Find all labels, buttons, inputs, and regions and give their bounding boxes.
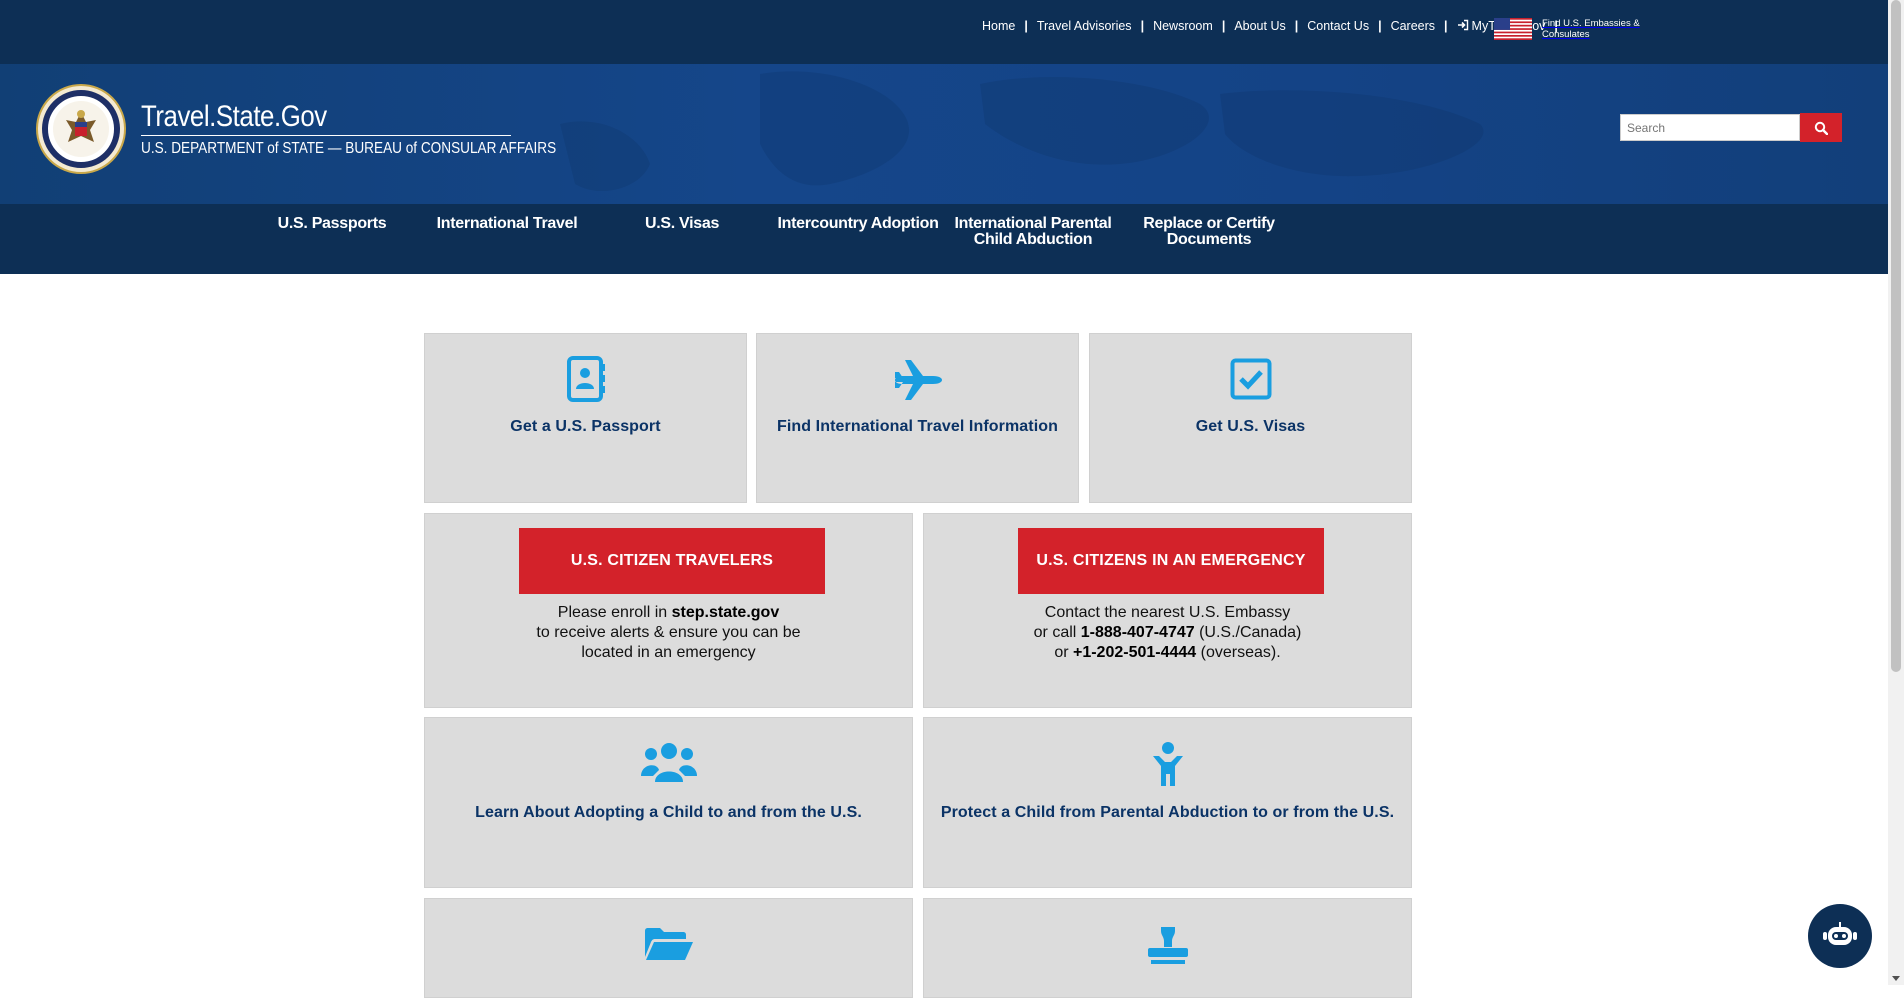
find-embassies-label: Find U.S. Embassies & Consulates — [1542, 18, 1640, 40]
page-scrollbar[interactable] — [1888, 0, 1904, 985]
tile-protect-child-abduction[interactable]: Protect a Child from Parental Abduction … — [923, 717, 1412, 888]
nav-international-travel[interactable]: International Travel — [422, 216, 592, 232]
tile-find-travel-info[interactable]: Find International Travel Information — [756, 333, 1079, 503]
step-link[interactable]: step.state.gov — [672, 604, 780, 621]
main-nav: U.S. Passports International Travel U.S.… — [0, 204, 1888, 274]
util-link-contact-us[interactable]: Contact Us — [1307, 19, 1369, 33]
search-input[interactable] — [1620, 114, 1800, 141]
find-embassies-link[interactable]: Find U.S. Embassies & Consulates — [1494, 18, 1652, 40]
tile-us-citizens-emergency: U.S. CITIZENS IN AN EMERGENCY Contact th… — [923, 513, 1412, 708]
nav-replace-or-certify-documents[interactable]: Replace or Certify Documents — [1124, 216, 1294, 248]
util-separator: | — [1294, 19, 1299, 33]
msg-text: or — [1054, 644, 1073, 661]
airplane-icon — [894, 360, 942, 400]
users-group-icon — [640, 743, 697, 782]
phone-overseas[interactable]: +1-202-501-4444 — [1073, 644, 1196, 661]
emergency-contact-message: Contact the nearest U.S. Embassy or call… — [924, 603, 1411, 663]
sign-in-icon — [1457, 19, 1468, 31]
phone-us-canada[interactable]: 1-888-407-4747 — [1081, 624, 1195, 641]
stamp-icon — [1147, 927, 1188, 964]
chatbot-button[interactable] — [1808, 904, 1872, 968]
folder-open-icon — [644, 928, 693, 960]
robot-icon — [1823, 922, 1857, 945]
tile-documents[interactable] — [424, 898, 913, 998]
search-button[interactable] — [1800, 113, 1842, 142]
department-of-state-seal — [36, 84, 126, 174]
msg-text: Please enroll in — [557, 604, 672, 621]
tile-authentications[interactable] — [923, 898, 1412, 998]
util-link-newsroom[interactable]: Newsroom — [1153, 19, 1213, 33]
utility-nav: Home | Travel Advisories | Newsroom | Ab… — [982, 18, 1567, 34]
nav-us-visas[interactable]: U.S. Visas — [597, 216, 767, 232]
site-header: Travel.State.Gov U.S. DEPARTMENT of STAT… — [0, 64, 1888, 204]
tile-label: Protect a Child from Parental Abduction … — [940, 804, 1395, 821]
util-separator: | — [1378, 19, 1382, 33]
utility-bar: Home | Travel Advisories | Newsroom | Ab… — [0, 0, 1888, 64]
tile-us-citizen-travelers: U.S. CITIZEN TRAVELERS Please enroll in … — [424, 513, 913, 708]
util-separator: | — [1024, 19, 1028, 33]
checkbox-check-icon — [1230, 358, 1271, 400]
msg-text: (overseas). — [1196, 644, 1281, 661]
nav-international-parental-child-abduction[interactable]: International Parental Child Abduction — [948, 216, 1118, 248]
search-icon — [1814, 121, 1828, 135]
util-link-careers[interactable]: Careers — [1391, 19, 1435, 33]
nav-intercountry-adoption[interactable]: Intercountry Adoption — [773, 216, 943, 232]
scroll-down-arrow[interactable] — [1892, 976, 1900, 981]
msg-text: Contact the nearest U.S. Embassy — [1044, 604, 1291, 621]
nav-us-passports[interactable]: U.S. Passports — [247, 216, 417, 232]
child-icon — [1152, 742, 1183, 786]
tile-learn-adoption[interactable]: Learn About Adopting a Child to and from… — [424, 717, 913, 888]
citizens-emergency-button[interactable]: U.S. CITIZENS IN AN EMERGENCY — [1018, 528, 1324, 594]
util-link-home[interactable]: Home — [982, 19, 1015, 33]
tile-label: Get U.S. Visas — [1195, 418, 1306, 435]
scrollbar-thumb[interactable] — [1891, 0, 1901, 672]
us-flag-icon — [1494, 18, 1532, 40]
tile-label: Find International Travel Information — [776, 418, 1059, 435]
tile-get-visas[interactable]: Get U.S. Visas — [1089, 333, 1412, 503]
util-link-travel-advisories[interactable]: Travel Advisories — [1037, 19, 1132, 33]
search-form — [1620, 113, 1842, 142]
msg-text: or call — [1033, 624, 1081, 641]
util-separator: | — [1444, 19, 1448, 33]
passport-book-icon — [566, 356, 605, 402]
tile-label: Get a U.S. Passport — [510, 418, 661, 435]
msg-text: (U.S./Canada) — [1194, 624, 1302, 641]
msg-text: located in an emergency — [581, 644, 756, 661]
util-separator: | — [1140, 19, 1145, 33]
util-link-about-us[interactable]: About Us — [1234, 19, 1285, 33]
msg-text: to receive alerts & ensure you can be — [536, 624, 801, 641]
tile-label: Learn About Adopting a Child to and from… — [475, 804, 862, 821]
citizen-travelers-button[interactable]: U.S. CITIZEN TRAVELERS — [519, 528, 825, 594]
tile-get-passport[interactable]: Get a U.S. Passport — [424, 333, 747, 503]
site-title[interactable]: Travel.State.Gov — [141, 100, 327, 134]
step-enroll-message: Please enroll in step.state.gov to recei… — [425, 603, 912, 663]
util-separator: | — [1221, 19, 1226, 33]
title-divider — [141, 135, 511, 136]
world-map-background — [560, 71, 1484, 192]
site-subtitle: U.S. DEPARTMENT of STATE — BUREAU of CON… — [141, 140, 557, 157]
